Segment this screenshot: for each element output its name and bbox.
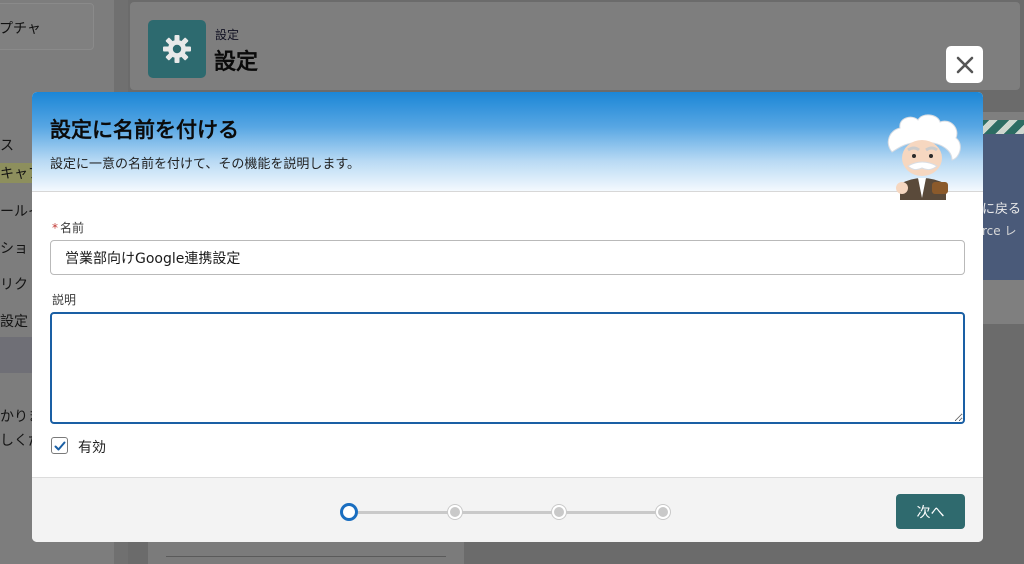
step-4-indicator[interactable] (656, 505, 670, 519)
background-nav-item: ス (0, 138, 14, 154)
step-2-indicator[interactable] (448, 505, 462, 519)
name-input[interactable] (50, 240, 965, 275)
stepper-connector (566, 511, 664, 514)
background-page-eyebrow: 設定 (215, 28, 240, 42)
stepper-connector (462, 511, 560, 514)
close-icon (956, 56, 973, 73)
background-sidebar-top-item: プチャ (0, 3, 94, 50)
background-right-text: rce レ (982, 224, 1017, 238)
name-field-label: * 名前 (52, 219, 84, 236)
required-indicator: * (52, 221, 58, 235)
enabled-checkbox[interactable] (51, 437, 68, 454)
setup-modal: 設定に名前を付ける 設定に一意の名前を付けて、その機能を説明します。 * 名前 … (32, 92, 983, 542)
description-field-label: 説明 (52, 293, 77, 307)
gear-icon (148, 20, 206, 78)
enabled-checkbox-label: 有効 (78, 440, 106, 456)
background-nav-item: ショ (0, 241, 28, 257)
description-textarea[interactable] (50, 312, 965, 424)
background-page-title: 設定 (214, 50, 259, 75)
background-right-text: に戻る (982, 202, 1022, 217)
background-header-card (130, 2, 1020, 90)
close-button[interactable] (946, 46, 983, 83)
modal-title: 設定に名前を付ける (50, 118, 239, 142)
modal-footer: 次へ (32, 477, 983, 542)
einstein-mascot-icon (887, 114, 961, 200)
name-label-text: 名前 (60, 221, 85, 235)
background-right-stripe (978, 120, 1024, 134)
background-nav-item: 設定 (0, 314, 28, 330)
background-divider (166, 556, 446, 557)
next-button[interactable]: 次へ (896, 494, 965, 529)
background-sidebar-top-label: プチャ (0, 21, 41, 37)
step-1-indicator[interactable] (340, 503, 358, 521)
step-3-indicator[interactable] (552, 505, 566, 519)
stepper-connector (358, 511, 456, 514)
modal-header: 設定に名前を付ける 設定に一意の名前を付けて、その機能を説明します。 (32, 92, 983, 200)
checkmark-icon (54, 441, 65, 450)
background-nav-item: リク (0, 277, 28, 293)
modal-subtitle: 設定に一意の名前を付けて、その機能を説明します。 (50, 157, 361, 172)
